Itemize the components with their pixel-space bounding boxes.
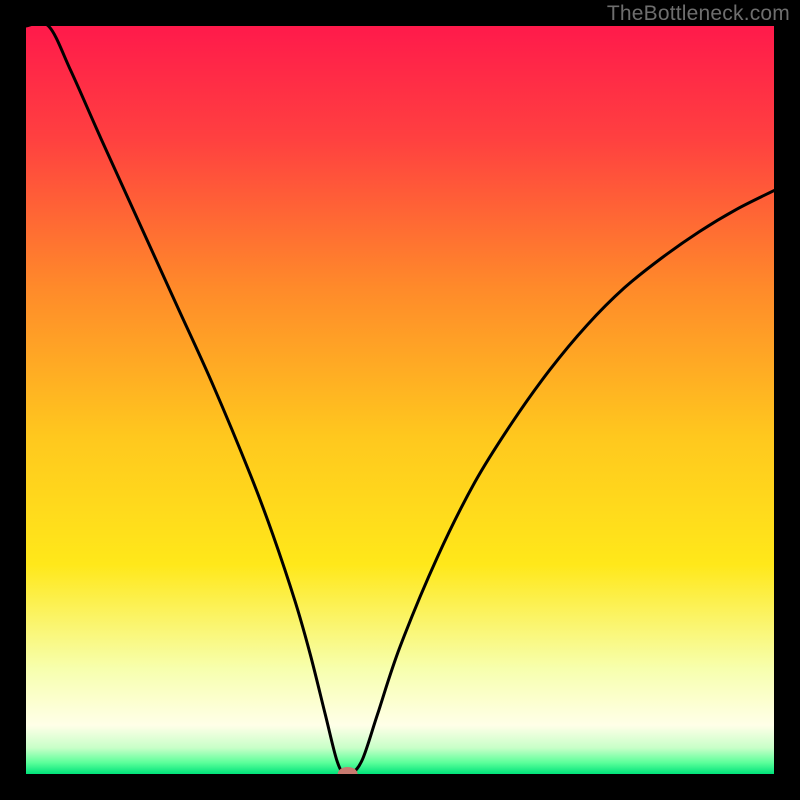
chart-svg <box>0 0 800 800</box>
gradient-background <box>26 26 774 774</box>
bottleneck-chart: TheBottleneck.com <box>0 0 800 800</box>
plot-area <box>26 23 774 781</box>
watermark-text: TheBottleneck.com <box>607 2 790 26</box>
